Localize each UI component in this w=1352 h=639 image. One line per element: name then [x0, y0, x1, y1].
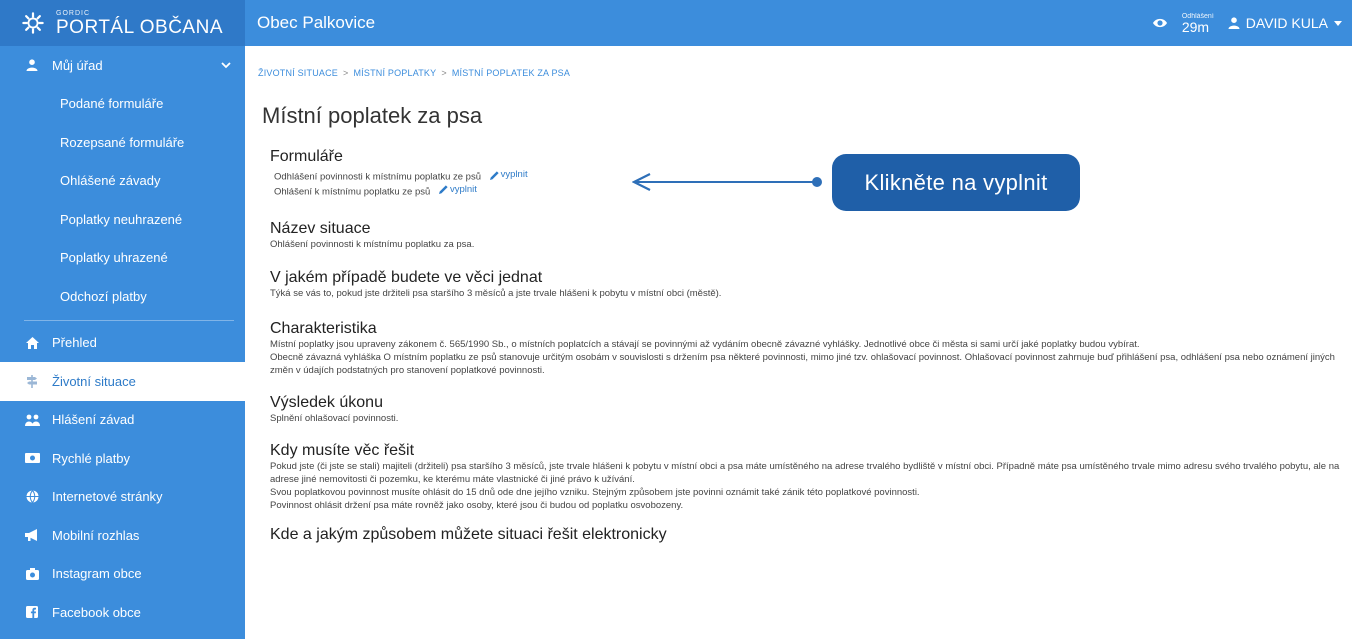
section-heading: Formuláře — [270, 148, 343, 165]
brand-small-text: GORDIC — [56, 9, 90, 17]
section-text: Obecně závazná vyhláška O místním poplat… — [270, 352, 1335, 376]
sidebar-item-label: Přehled — [52, 335, 97, 351]
section-kdy-musite: Kdy musíte věc řešit Pokud jste (či jste… — [270, 442, 1352, 512]
section-heading: Charakteristika — [270, 320, 377, 337]
sidebar: Můj úřad Podané formuláře Rozepsané form… — [0, 46, 245, 639]
gordic-logo-icon — [22, 12, 44, 34]
top-bar: GORDIC PORTÁL OBČANA Obec Palkovice Odhl… — [0, 0, 1352, 46]
section-charakteristika: Charakteristika Místní poplatky jsou upr… — [270, 320, 1352, 377]
section-heading: Název situace — [270, 220, 371, 237]
sidebar-item-prehled[interactable]: Přehled — [0, 324, 245, 363]
sidebar-subitem-rozepsane-formulare[interactable]: Rozepsané formuláře — [0, 123, 245, 162]
section-text: Pokud jste (či jste se stali) majiteli (… — [270, 461, 1340, 485]
form-item-label: Odhlášení povinnosti k místnímu poplatku… — [274, 171, 482, 183]
pencil-icon — [489, 170, 499, 180]
municipality-title: Obec Palkovice — [257, 13, 376, 32]
sidebar-item-label: Hlášení závad — [52, 412, 135, 428]
sidebar-divider — [24, 319, 234, 321]
facebook-icon — [24, 605, 40, 619]
logout-timer[interactable]: Odhlášení 29m — [1182, 13, 1214, 34]
page-title: Místní poplatek za psa — [262, 103, 483, 128]
sidebar-item-label: Mobilní rozhlas — [52, 527, 140, 543]
chevron-down-icon — [221, 62, 231, 69]
form-item-label: Ohlášení k místnímu poplatku ze psů — [274, 186, 431, 197]
payment-icon — [24, 451, 40, 465]
eye-icon[interactable] — [1152, 17, 1168, 29]
sidebar-group-label: Můj úřad — [52, 57, 103, 73]
megaphone-icon — [24, 528, 40, 542]
report-icon — [24, 413, 40, 427]
sidebar-subitem-podane-formulare[interactable]: Podané formuláře — [0, 85, 245, 124]
brand[interactable]: GORDIC PORTÁL OBČANA — [0, 0, 245, 46]
section-v-jakem-pripade: V jakém případě budete ve věci jednat Tý… — [270, 269, 1352, 300]
user-icon — [24, 58, 40, 72]
section-heading: V jakém případě budete ve věci jednat — [270, 269, 543, 286]
section-text: Týká se vás to, pokud jste držiteli psa … — [270, 288, 722, 299]
sidebar-group-muj-urad[interactable]: Můj úřad — [0, 46, 245, 85]
signpost-icon — [24, 374, 40, 388]
section-text: Splnění ohlašovací povinnosti. — [270, 413, 399, 424]
section-nazev-situace: Název situace Ohlášení povinnosti k míst… — [270, 220, 1352, 251]
callout-dot — [812, 177, 822, 187]
main-content: ŽIVOTNÍ SITUACE > MÍSTNÍ POPLATKY > MÍSTNÍ P… — [258, 46, 1352, 639]
caret-down-icon — [1334, 20, 1342, 26]
section-kde-a-jakym: Kde a jakým způsobem můžete situaci řeši… — [270, 526, 1352, 544]
sidebar-subitem-ohlasene-zavady[interactable]: Ohlášené závady — [0, 162, 245, 201]
sidebar-item-internetove-stranky[interactable]: Internetové stránky — [0, 478, 245, 517]
fill-form-label: vyplnit — [500, 169, 528, 180]
sidebar-item-rychle-platby[interactable]: Rychlé platby — [0, 439, 245, 478]
section-vysledek-ukonu: Výsledek úkonu Splnění ohlašovací povinn… — [270, 394, 1352, 425]
breadcrumb: ŽIVOTNÍ SITUACE > MÍSTNÍ POPLATKY > MÍSTNÍ P… — [258, 68, 1352, 78]
forms-section: Formuláře Odhlášení povinnosti k místním… — [270, 148, 1352, 198]
section-text: Povinnost ohlásit držení psa máte rovněž… — [270, 500, 684, 511]
fill-form-link[interactable]: vyplnit — [438, 183, 477, 196]
section-text: Svou poplatkovou povinnost musíte ohlási… — [270, 487, 920, 498]
section-heading: Kdy musíte věc řešit — [270, 442, 415, 459]
home-icon — [24, 336, 40, 350]
breadcrumb-item-current: MÍSTNÍ POPLATEK ZA PSA — [451, 68, 571, 78]
fill-form-label: vyplnit — [449, 183, 477, 195]
user-menu[interactable]: DAVID KULA — [1228, 15, 1342, 31]
sidebar-subitem-poplatky-neuhrazene[interactable]: Poplatky neuhrazené — [0, 200, 245, 239]
section-text: Místní poplatky jsou upraveny zákonem č.… — [270, 339, 1140, 350]
sidebar-item-zivotni-situace[interactable]: Životní situace — [0, 362, 245, 401]
section-text: Ohlášení povinnosti k místnímu poplatku … — [270, 239, 475, 250]
user-name: DAVID KULA — [1245, 15, 1328, 31]
section-heading: Kde a jakým způsobem můžete situaci řeši… — [270, 526, 667, 543]
breadcrumb-item-mistni-poplatky[interactable]: MÍSTNÍ POPLATKY — [353, 68, 436, 78]
sidebar-item-label: Facebook obce — [52, 604, 141, 620]
brand-name: PORTÁL OBČANA — [56, 16, 223, 38]
globe-icon — [24, 490, 40, 504]
sidebar-subitem-odchozi-platby[interactable]: Odchozí platby — [0, 277, 245, 316]
sidebar-item-instagram-obce[interactable]: Instagram obce — [0, 555, 245, 594]
fill-form-link[interactable]: vyplnit — [489, 169, 528, 181]
logout-label: Odhlášení — [1181, 12, 1214, 20]
section-heading: Výsledek úkonu — [270, 394, 383, 411]
user-icon — [1228, 17, 1240, 29]
logout-time: 29m — [1181, 18, 1210, 35]
camera-icon — [24, 567, 40, 581]
sidebar-item-label: Internetové stránky — [52, 489, 163, 505]
breadcrumb-separator: > — [441, 68, 447, 78]
sidebar-item-facebook-obce[interactable]: Facebook obce — [0, 593, 245, 632]
sidebar-subitem-poplatky-uhrazene[interactable]: Poplatky uhrazené — [0, 239, 245, 278]
breadcrumb-separator: > — [343, 68, 349, 78]
sidebar-item-hlaseni-zavad[interactable]: Hlášení závad — [0, 401, 245, 440]
sidebar-item-label: Životní situace — [52, 373, 136, 389]
sidebar-item-label: Rychlé platby — [52, 450, 131, 466]
pencil-icon — [438, 185, 448, 194]
sidebar-item-mobilni-rozhlas[interactable]: Mobilní rozhlas — [0, 516, 245, 555]
breadcrumb-item-zivotni-situace[interactable]: ŽIVOTNÍ SITUACE — [258, 68, 338, 78]
callout-line — [636, 181, 816, 183]
callout-bubble: Klikněte na vyplnit — [832, 154, 1080, 211]
sidebar-item-label: Instagram obce — [52, 566, 142, 582]
